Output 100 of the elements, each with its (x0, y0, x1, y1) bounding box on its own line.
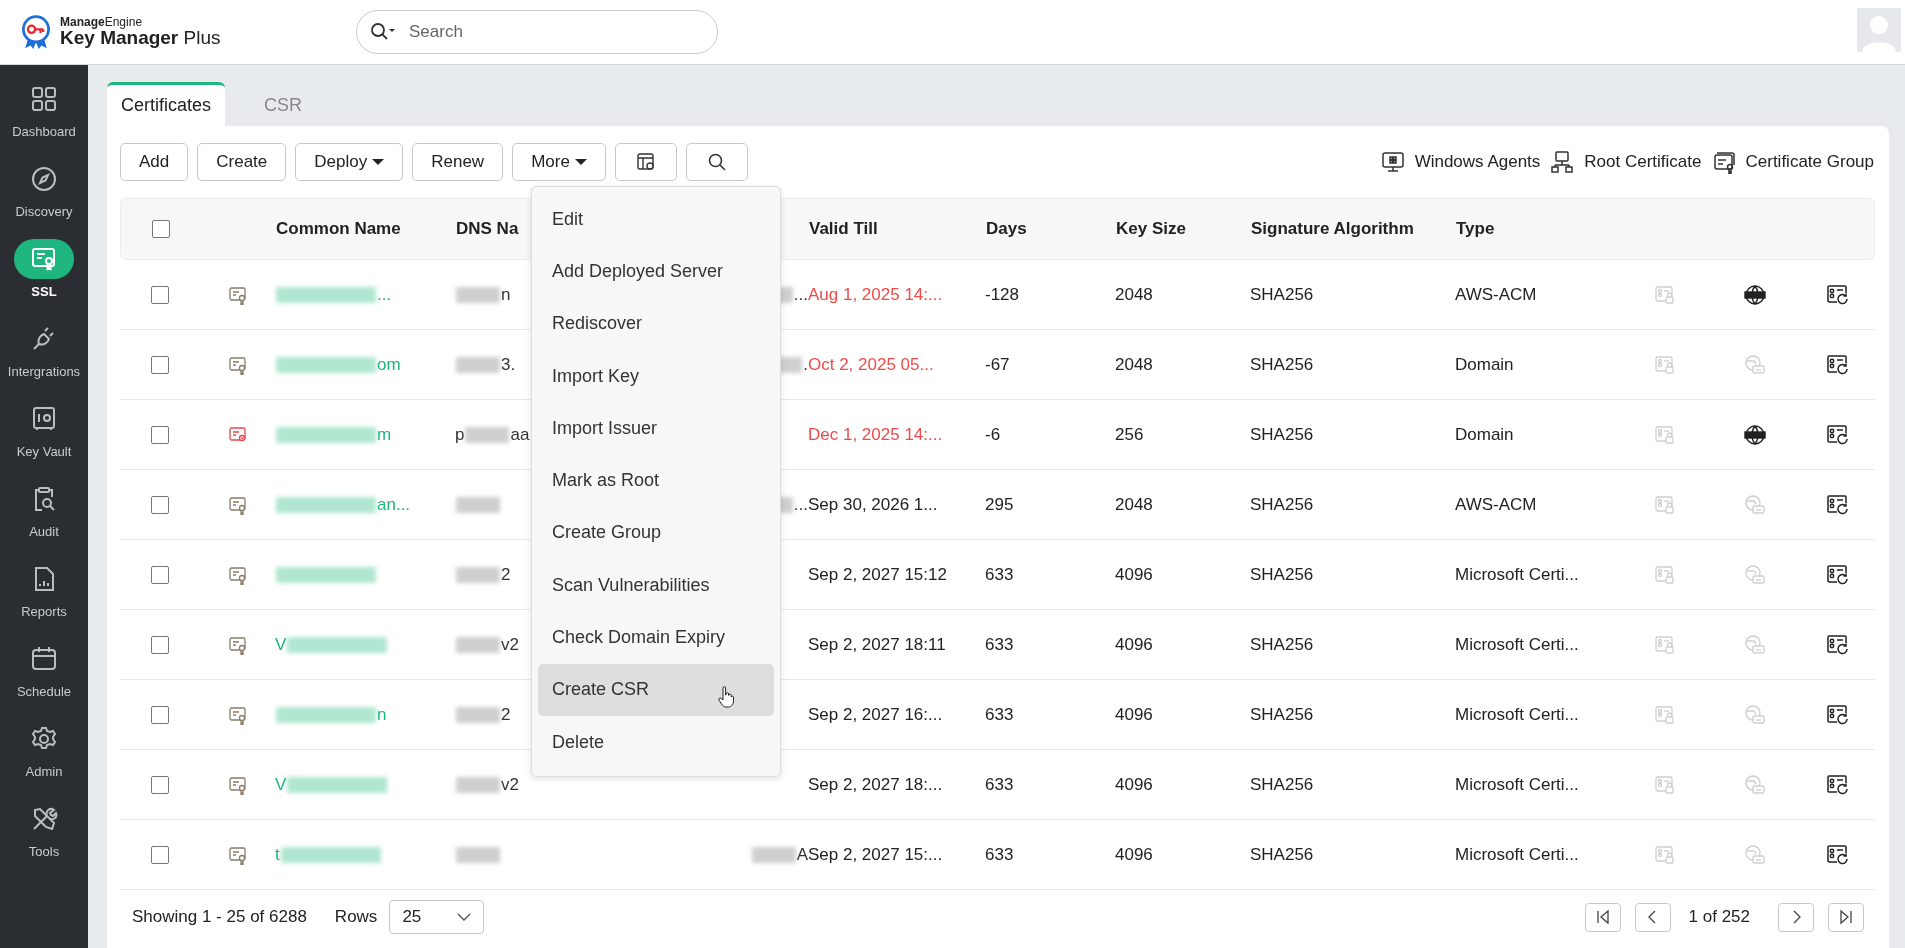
row-checkbox[interactable] (151, 775, 169, 794)
sidebar-item[interactable]: Admin (0, 709, 88, 789)
row-checkbox[interactable] (151, 355, 169, 374)
brand-subtitle: ManageEngine (60, 15, 144, 29)
sidebar-item[interactable]: Dashboard (0, 69, 88, 149)
valid-till-date: Sep 2, 2027 18:11 (808, 634, 946, 655)
sidebar-item[interactable]: Intergrations (0, 309, 88, 389)
toolbar-link[interactable]: Root Certificate (1550, 150, 1702, 174)
renew-certificate-icon[interactable] (1825, 562, 1850, 587)
renew-certificate-icon[interactable] (1825, 282, 1850, 307)
renew-certificate-icon[interactable] (1825, 492, 1850, 517)
column-header[interactable]: Signature Algorithm (1251, 219, 1414, 239)
dns-globe-icon[interactable] (1744, 423, 1766, 446)
table-cell: SHA256 (1250, 424, 1314, 445)
search-field[interactable]: Search (356, 10, 718, 54)
search-button[interactable] (685, 143, 748, 181)
table-cell: 633 (985, 774, 1014, 795)
toolbar-button[interactable]: Renew (412, 143, 504, 181)
table-cell: 2048 (1115, 354, 1153, 375)
renew-certificate-icon[interactable] (1825, 702, 1850, 727)
menu-item[interactable]: Create CSR (538, 663, 774, 716)
table-cell: SHA256 (1250, 564, 1314, 585)
rows-label: Rows (334, 907, 378, 927)
table-cell: SHA256 (1250, 704, 1314, 725)
sidebar-item[interactable]: Discovery (0, 149, 88, 229)
menu-item[interactable]: Import Key (538, 349, 774, 403)
table-cell: SHA256 (1250, 774, 1314, 795)
row-checkbox[interactable] (151, 495, 169, 514)
last-page-icon (1838, 909, 1854, 925)
valid-till-date: Sep 2, 2027 18:... (808, 774, 943, 795)
toolbar-button[interactable]: Deploy (295, 143, 404, 181)
table-cell: Microsoft Certi... (1455, 634, 1579, 655)
column-header[interactable]: Days (986, 219, 1027, 239)
record-count: Showing 1 - 25 of 6288 (132, 907, 307, 927)
column-settings-button[interactable] (614, 143, 677, 181)
search-icon (706, 152, 727, 172)
renew-certificate-icon[interactable] (1825, 842, 1850, 867)
row-checkbox[interactable] (151, 845, 169, 864)
menu-item[interactable]: Import Issuer (538, 402, 774, 455)
renew-certificate-icon[interactable] (1825, 772, 1850, 797)
menu-item[interactable]: Mark as Root (538, 454, 774, 507)
select-all-checkbox[interactable] (152, 220, 170, 238)
dns-globe-icon[interactable] (1744, 283, 1766, 306)
table-cell: 633 (985, 634, 1014, 655)
dns-name: 3. (455, 354, 516, 375)
sidebar-item[interactable]: SSL (0, 229, 88, 309)
first-page-button[interactable] (1584, 902, 1621, 932)
toolbar-link[interactable]: Windows Agents (1380, 150, 1541, 174)
renew-certificate-icon[interactable] (1825, 422, 1850, 447)
menu-item[interactable]: Delete (538, 715, 774, 769)
renew-certificate-icon[interactable] (1825, 632, 1850, 657)
product-name: Key Manager Plus (60, 28, 221, 49)
monitor-icon (1380, 150, 1405, 174)
dns-name: v2 (455, 634, 519, 655)
column-header[interactable]: Type (1456, 219, 1495, 239)
table-cell: Microsoft Certi... (1455, 564, 1579, 585)
toolbar-button[interactable]: More (512, 143, 606, 181)
row-checkbox[interactable] (151, 425, 169, 444)
dns-name: n (455, 284, 511, 305)
menu-item[interactable]: Scan Vulnerabilities (538, 559, 774, 612)
sidebar-item[interactable]: Reports (0, 549, 88, 629)
rows-dropdown[interactable]: 25 (389, 900, 485, 934)
table-cell: Microsoft Certi... (1455, 844, 1579, 865)
valid-till-date: Sep 2, 2027 16:... (808, 704, 943, 725)
row-checkbox[interactable] (151, 565, 169, 584)
menu-item[interactable]: Edit (538, 193, 774, 246)
table-cell: 2048 (1115, 494, 1153, 515)
toolbar-button[interactable]: Create (197, 143, 287, 181)
column-header[interactable]: Key Size (1116, 219, 1186, 239)
last-page-button[interactable] (1828, 902, 1864, 932)
row-checkbox[interactable] (151, 635, 169, 654)
menu-item[interactable]: Rediscover (538, 297, 774, 350)
toolbar-button[interactable]: Add (120, 143, 189, 181)
table-cell: SHA256 (1250, 844, 1314, 865)
sidebar-item[interactable]: Schedule (0, 629, 88, 709)
row-checkbox[interactable] (151, 285, 169, 304)
valid-till-date: Dec 1, 2025 14:... (808, 424, 943, 445)
menu-item[interactable]: Add Deployed Server (538, 245, 774, 298)
page-indicator: 1 of 252 (1688, 907, 1750, 927)
menu-item[interactable]: Create Group (538, 506, 774, 560)
chevron-down-icon (457, 913, 472, 921)
column-header[interactable]: Common Name (276, 219, 401, 239)
dns-name: v2 (455, 774, 519, 795)
sidebar-item[interactable]: Tools (0, 789, 88, 869)
table-cell: Microsoft Certi... (1455, 704, 1579, 725)
compass-icon (30, 165, 58, 193)
grid-icon (30, 85, 58, 113)
column-header[interactable]: DNS Na (456, 219, 519, 239)
sidebar-item[interactable]: Audit (0, 469, 88, 549)
table-cell: 4096 (1115, 774, 1153, 795)
table-cell: 4096 (1115, 564, 1153, 585)
certificate-icon (1711, 150, 1736, 174)
hierarchy-icon (1550, 150, 1575, 174)
row-checkbox[interactable] (151, 705, 169, 724)
toolbar-link[interactable]: Certificate Group (1711, 150, 1874, 174)
column-header[interactable]: Valid Till (809, 219, 878, 239)
renew-certificate-icon[interactable] (1825, 352, 1850, 377)
sidebar-item[interactable]: Key Vault (0, 389, 88, 469)
tab[interactable]: Certificates (107, 82, 226, 126)
menu-item[interactable]: Check Domain Expiry (538, 611, 774, 664)
